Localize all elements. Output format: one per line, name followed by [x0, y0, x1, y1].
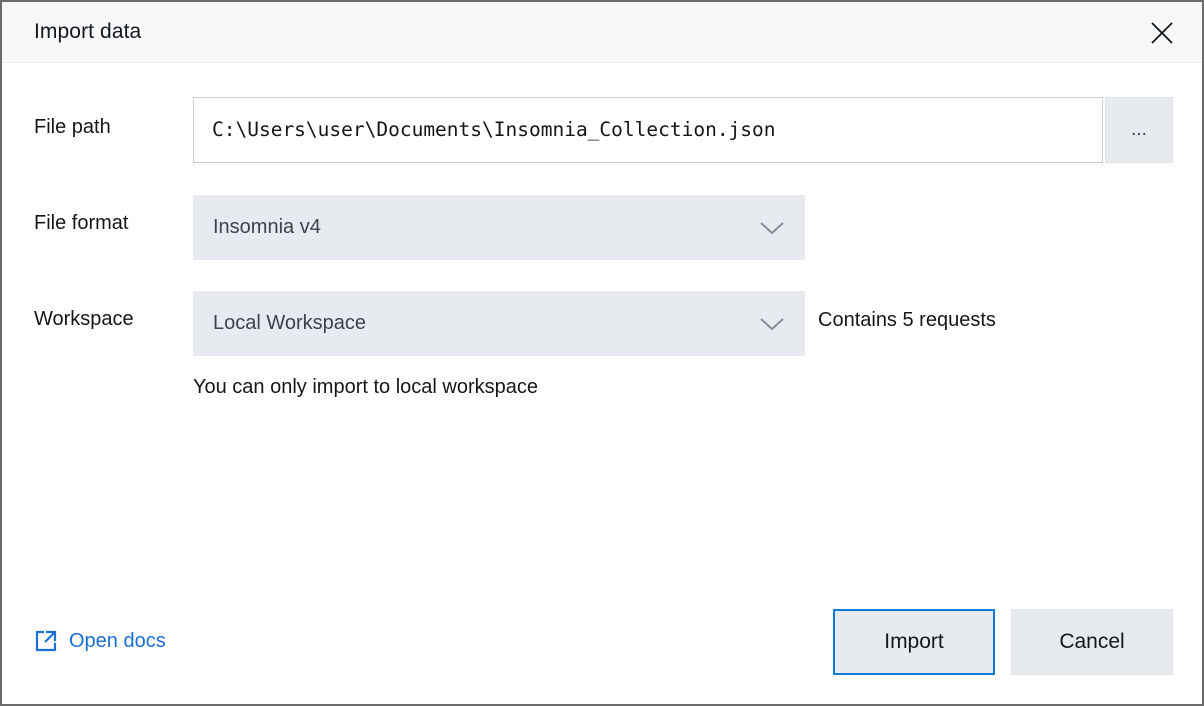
import-data-dialog: Import data File path C:\Users\user\Docu… [0, 0, 1204, 706]
file-path-input[interactable]: C:\Users\user\Documents\Insomnia_Collect… [193, 97, 1103, 163]
workspace-label: Workspace [34, 308, 134, 330]
open-docs-link[interactable]: Open docs [34, 626, 166, 656]
file-format-value: Insomnia v4 [213, 216, 321, 238]
close-icon[interactable] [1142, 14, 1182, 52]
dialog-title: Import data [34, 20, 142, 43]
workspace-request-count: Contains 5 requests [818, 309, 996, 331]
workspace-value: Local Workspace [213, 312, 367, 334]
chevron-down-icon [757, 195, 787, 260]
open-docs-label: Open docs [69, 629, 166, 652]
chevron-down-icon [757, 291, 787, 356]
file-format-dropdown[interactable]: Insomnia v4 [193, 195, 805, 260]
file-path-label: File path [34, 116, 111, 138]
dialog-titlebar: Import data [2, 2, 1202, 63]
cancel-button[interactable]: Cancel [1011, 609, 1173, 675]
external-link-icon [34, 629, 58, 653]
workspace-helper-text: You can only import to local workspace [193, 376, 538, 398]
workspace-dropdown[interactable]: Local Workspace [193, 291, 805, 356]
dialog-body: File path C:\Users\user\Documents\Insomn… [2, 64, 1202, 704]
import-button[interactable]: Import [833, 609, 995, 675]
file-format-label: File format [34, 212, 129, 234]
browse-file-button[interactable]: ... [1105, 97, 1173, 163]
